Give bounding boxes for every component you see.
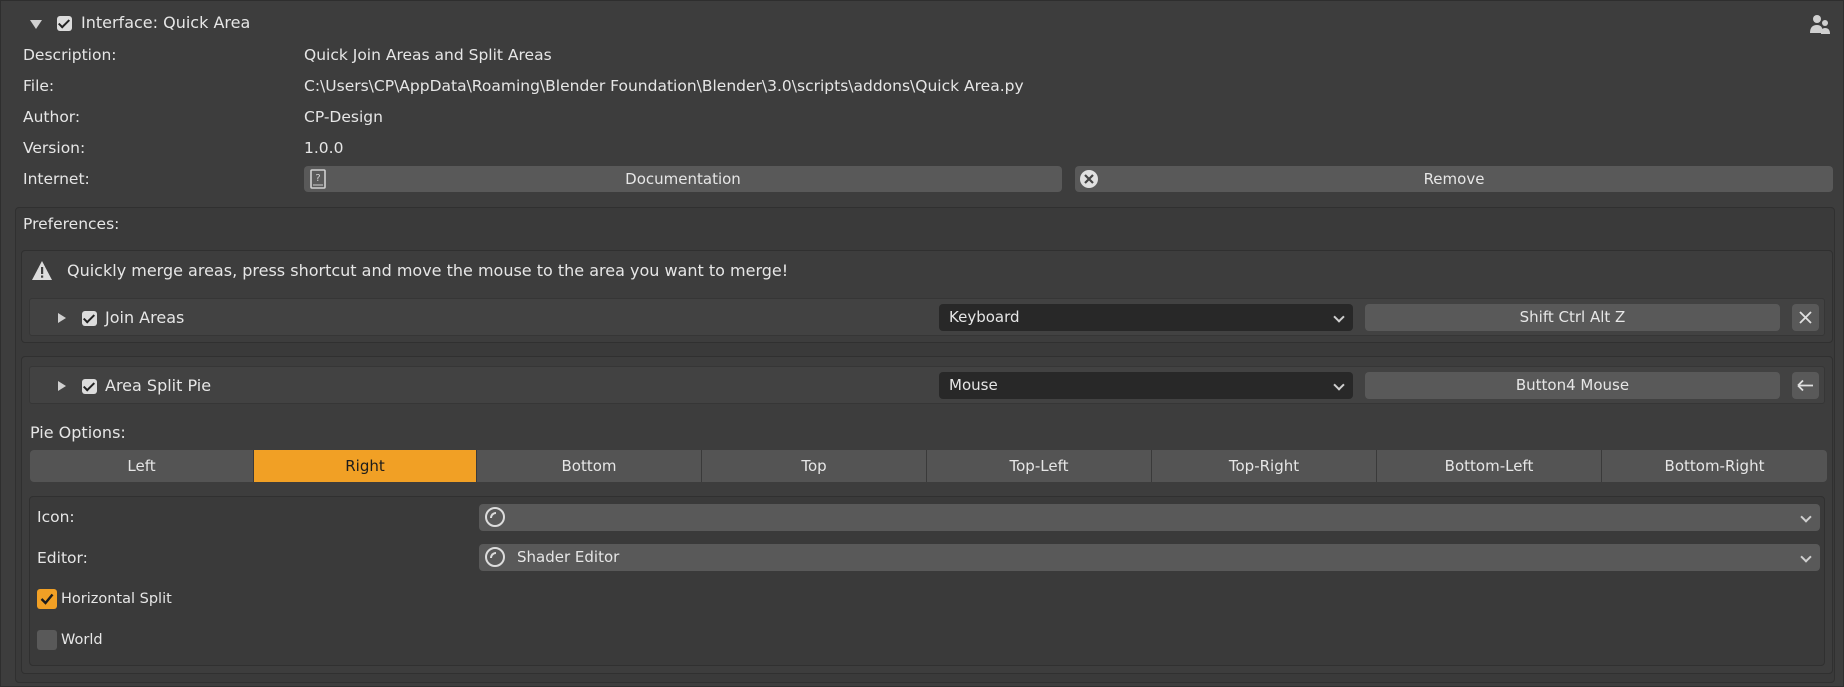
join-areas-input-type-dropdown[interactable]: Keyboard — [939, 304, 1353, 331]
chevron-down-icon — [1800, 551, 1812, 563]
world-checkbox[interactable] — [37, 630, 57, 650]
area-split-pie-shortcut-button[interactable]: Button4 Mouse — [1365, 372, 1780, 399]
documentation-button[interactable]: ? Documentation — [304, 166, 1062, 192]
pie-tab-top[interactable]: Top — [702, 450, 927, 482]
warning-text: Quickly merge areas, press shortcut and … — [67, 261, 789, 280]
file-value: C:\Users\CP\AppData\Roaming\Blender Foun… — [304, 77, 1024, 95]
pie-tab-right[interactable]: Right — [254, 450, 477, 482]
pie-tab-bottom-right[interactable]: Bottom-Right — [1602, 450, 1827, 482]
help-book-icon: ? — [310, 169, 326, 189]
preferences-title: Preferences: — [23, 215, 120, 233]
area-split-pie-label: Area Split Pie — [105, 376, 212, 395]
warning-icon — [31, 260, 53, 282]
join-areas-checkbox[interactable] — [82, 311, 97, 326]
internet-label: Internet: — [23, 170, 90, 188]
chevron-down-icon — [1333, 379, 1345, 391]
editor-value: Shader Editor — [517, 548, 620, 566]
icon-label: Icon: — [37, 508, 75, 526]
world-label: World — [61, 632, 103, 648]
area-split-pie-input-type-dropdown[interactable]: Mouse — [939, 372, 1353, 399]
pie-tab-top-right[interactable]: Top-Right — [1152, 450, 1377, 482]
documentation-label: Documentation — [625, 170, 741, 188]
restore-shortcut-button[interactable] — [1792, 372, 1819, 399]
version-value: 1.0.0 — [304, 139, 344, 157]
join-areas-label: Join Areas — [105, 308, 185, 327]
remove-label: Remove — [1423, 170, 1485, 188]
description-label: Description: — [23, 46, 117, 64]
collapse-arrow-icon[interactable] — [30, 20, 42, 29]
icon-dropdown[interactable] — [479, 504, 1820, 531]
clear-shortcut-button[interactable] — [1792, 304, 1819, 331]
horizontal-split-checkbox[interactable] — [37, 589, 57, 609]
description-value: Quick Join Areas and Split Areas — [304, 46, 552, 64]
pie-tab-left[interactable]: Left — [30, 450, 254, 482]
blank-icon — [485, 507, 505, 527]
chevron-down-icon — [1800, 511, 1812, 523]
area-split-pie-checkbox[interactable] — [82, 379, 97, 394]
join-areas-shortcut-button[interactable]: Shift Ctrl Alt Z — [1365, 304, 1780, 331]
area-split-pie-shortcut-label: Button4 Mouse — [1515, 376, 1630, 394]
back-arrow-icon — [1797, 379, 1813, 392]
editor-dropdown[interactable]: Shader Editor — [479, 544, 1820, 571]
file-label: File: — [23, 77, 55, 95]
pie-tab-bottom[interactable]: Bottom — [477, 450, 702, 482]
close-icon — [1799, 311, 1812, 324]
pie-options-label: Pie Options: — [30, 423, 126, 442]
svg-text:?: ? — [315, 173, 320, 184]
addon-header-title: Interface: Quick Area — [81, 13, 251, 32]
join-areas-input-type-value: Keyboard — [949, 308, 1020, 326]
addon-enabled-checkbox[interactable] — [57, 16, 72, 31]
remove-button[interactable]: Remove — [1075, 166, 1833, 192]
user-prefs-icon[interactable] — [1809, 13, 1831, 35]
addon-panel: Interface: Quick Area Description: Quick… — [0, 0, 1844, 687]
area-split-pie-input-type-value: Mouse — [949, 376, 998, 394]
join-areas-shortcut-label: Shift Ctrl Alt Z — [1519, 308, 1626, 326]
pie-tab-bottom-left[interactable]: Bottom-Left — [1377, 450, 1602, 482]
remove-x-icon — [1079, 169, 1099, 189]
chevron-down-icon — [1333, 311, 1345, 323]
author-label: Author: — [23, 108, 81, 126]
check-icon — [40, 593, 54, 605]
editor-label: Editor: — [37, 549, 88, 567]
pie-tab-top-left[interactable]: Top-Left — [927, 450, 1152, 482]
expand-arrow-icon[interactable] — [58, 313, 66, 323]
author-value: CP-Design — [304, 108, 383, 126]
editor-type-icon — [485, 547, 505, 567]
version-label: Version: — [23, 139, 86, 157]
horizontal-split-label: Horizontal Split — [61, 591, 172, 607]
expand-arrow-icon[interactable] — [58, 381, 66, 391]
